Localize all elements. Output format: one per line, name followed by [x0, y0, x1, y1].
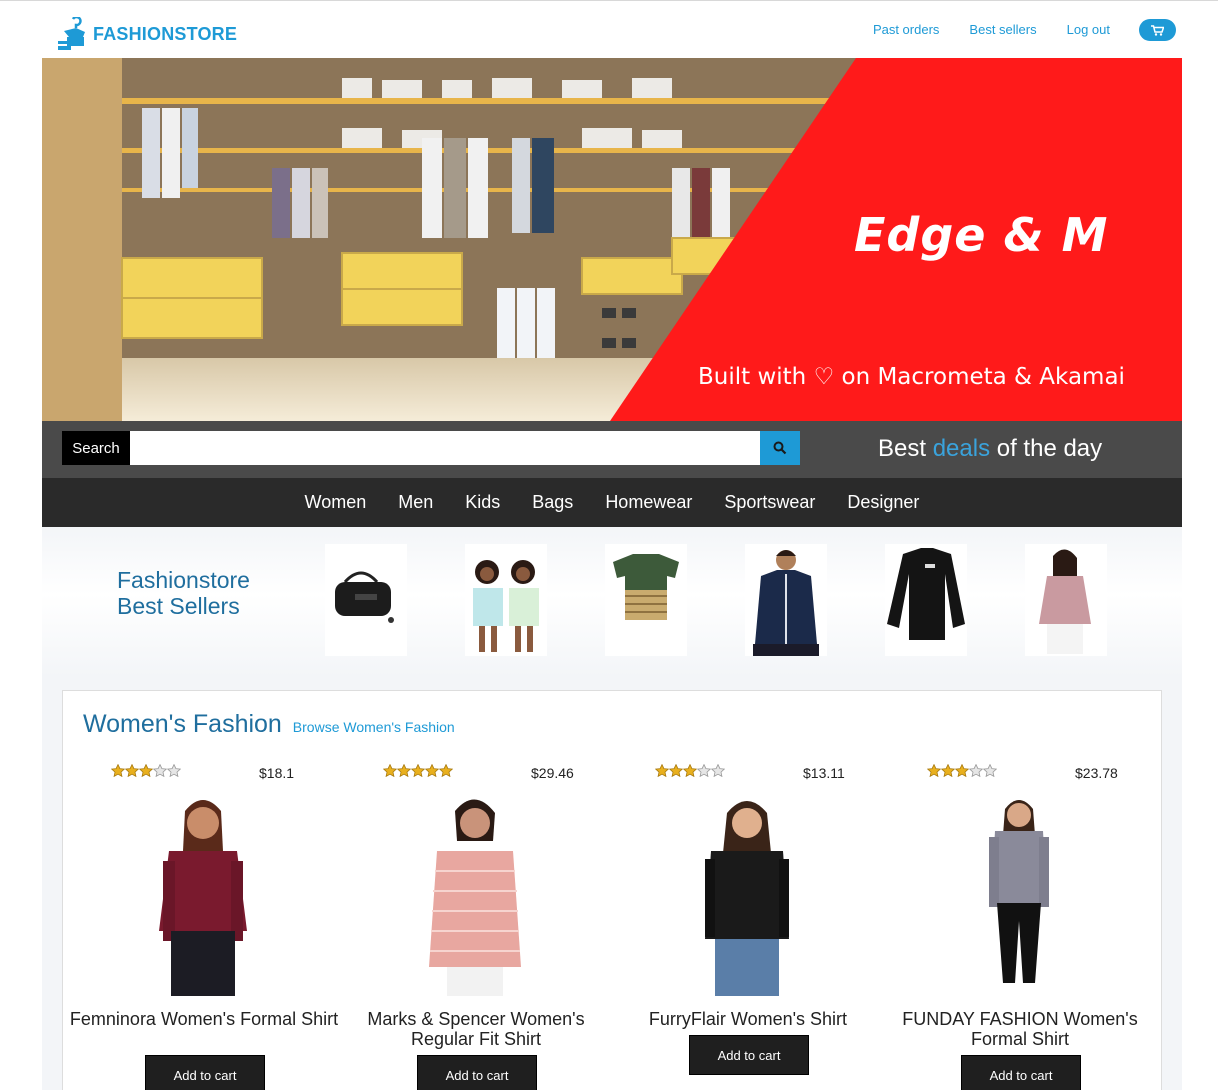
- duffel-bag-image: [325, 544, 407, 656]
- product-image[interactable]: [939, 791, 1099, 996]
- star-filled-icon: [655, 764, 669, 777]
- product-name: FurryFlair Women's Shirt: [648, 1009, 848, 1029]
- best-sellers-title: Fashionstore Best Sellers: [117, 567, 250, 619]
- star-filled-icon: [139, 764, 153, 777]
- star-filled-icon: [669, 764, 683, 777]
- rating-stars: [383, 764, 453, 777]
- star-empty-icon: [153, 764, 167, 777]
- past-orders-link[interactable]: Past orders: [873, 22, 939, 37]
- product-price: $18.1: [259, 765, 295, 781]
- category-nav: Women Men Kids Bags Homewear Sportswear …: [42, 478, 1182, 527]
- best-seller-pink-blouse[interactable]: [1025, 544, 1107, 656]
- star-empty-icon: [983, 764, 997, 777]
- add-to-cart-button[interactable]: Add to cart: [417, 1055, 537, 1090]
- star-filled-icon: [955, 764, 969, 777]
- product-name: Marks & Spencer Women's Regular Fit Shir…: [367, 1009, 585, 1049]
- star-filled-icon: [941, 764, 955, 777]
- product-name: Femninora Women's Formal Shirt: [69, 1009, 339, 1029]
- category-sportswear[interactable]: Sportswear: [724, 492, 815, 513]
- womens-fashion-panel: Women's Fashion Browse Women's Fashion $…: [62, 690, 1162, 1090]
- star-filled-icon: [425, 764, 439, 777]
- deals-highlight: deals: [932, 435, 991, 462]
- product-price: $29.46: [531, 765, 574, 781]
- category-homewear[interactable]: Homewear: [605, 492, 692, 513]
- deals-banner-text: Best deals of the day: [878, 435, 1102, 463]
- star-filled-icon: [111, 764, 125, 777]
- best-seller-girls-tshirts[interactable]: [465, 544, 547, 656]
- star-filled-icon: [927, 764, 941, 777]
- header-links: Past orders Best sellers Log out: [873, 22, 1110, 37]
- best-sellers-link[interactable]: Best sellers: [969, 22, 1036, 37]
- hero-tagline: Built with ♡ on Macrometa & Akamai: [698, 364, 1125, 390]
- star-empty-icon: [969, 764, 983, 777]
- best-sellers-strip: Fashionstore Best Sellers: [42, 527, 1182, 677]
- star-filled-icon: [411, 764, 425, 777]
- product-image[interactable]: [395, 791, 555, 996]
- category-designer[interactable]: Designer: [847, 492, 919, 513]
- browse-womens-fashion-link[interactable]: Browse Women's Fashion: [293, 719, 455, 735]
- category-women[interactable]: Women: [305, 492, 367, 513]
- star-filled-icon: [439, 764, 453, 777]
- category-bags[interactable]: Bags: [532, 492, 573, 513]
- search-bar: Search Best deals of the day: [42, 421, 1182, 478]
- section-title: Women's Fashion Browse Women's Fashion: [83, 710, 455, 739]
- log-out-link[interactable]: Log out: [1067, 22, 1110, 37]
- best-sellers-title-line1: Fashionstore: [117, 567, 250, 593]
- star-filled-icon: [683, 764, 697, 777]
- rating-stars: [111, 764, 181, 777]
- striped-tshirt-image: [605, 544, 687, 656]
- cart-button[interactable]: [1139, 19, 1176, 41]
- deals-prefix: Best: [878, 435, 933, 462]
- star-empty-icon: [697, 764, 711, 777]
- product-price: $23.78: [1075, 765, 1118, 781]
- star-empty-icon: [167, 764, 181, 777]
- product-image[interactable]: [123, 791, 283, 996]
- product-name: FUNDAY FASHION Women's Formal Shirt: [902, 1009, 1138, 1049]
- hanger-shirts-icon: [58, 17, 85, 50]
- product-price: $13.11: [803, 765, 845, 781]
- top-navbar: FASHIONSTORE Past orders Best sellers Lo…: [0, 1, 1218, 57]
- hero-banner[interactable]: Edge & M Built with ♡ on Macrometa & Aka…: [42, 58, 1182, 421]
- star-filled-icon: [383, 764, 397, 777]
- navy-jacket-image: [745, 544, 827, 656]
- cart-icon: [1151, 24, 1164, 36]
- search-button[interactable]: [760, 431, 800, 465]
- section-title-text: Women's Fashion: [83, 710, 282, 738]
- black-compression-top-image: [885, 544, 967, 656]
- brand-name: FASHIONSTORE: [93, 23, 238, 44]
- product-card: $13.11 FurryFlair Women's Shirt Add to c…: [607, 761, 879, 1090]
- add-to-cart-button[interactable]: Add to cart: [689, 1035, 809, 1075]
- best-seller-black-compression-top[interactable]: [885, 544, 967, 656]
- product-card: $29.46 Marks & Spencer Women's Regular F…: [335, 761, 607, 1090]
- add-to-cart-button[interactable]: Add to cart: [145, 1055, 265, 1090]
- girls-tshirts-image: [465, 544, 547, 656]
- product-card: $18.1 Femninora Women's Formal Shirt Add…: [63, 761, 338, 1090]
- category-kids[interactable]: Kids: [465, 492, 500, 513]
- rating-stars: [927, 764, 997, 777]
- search-input[interactable]: [130, 431, 760, 465]
- search-label: Search: [62, 431, 130, 465]
- add-to-cart-button[interactable]: Add to cart: [961, 1055, 1081, 1090]
- deals-suffix: of the day: [990, 435, 1103, 462]
- rating-stars: [655, 764, 725, 777]
- search-icon: [773, 441, 787, 455]
- product-image[interactable]: [667, 791, 827, 996]
- star-filled-icon: [125, 764, 139, 777]
- star-empty-icon: [711, 764, 725, 777]
- brand-logo[interactable]: FASHIONSTORE: [57, 17, 237, 51]
- hero-brand-title: Edge & M: [854, 208, 1109, 262]
- category-men[interactable]: Men: [398, 492, 433, 513]
- pink-blouse-image: [1025, 544, 1107, 656]
- star-filled-icon: [397, 764, 411, 777]
- best-seller-duffel-bag[interactable]: [325, 544, 407, 656]
- best-sellers-title-line2: Best Sellers: [117, 593, 240, 619]
- best-seller-navy-jacket[interactable]: [745, 544, 827, 656]
- best-seller-striped-tshirt[interactable]: [605, 544, 687, 656]
- product-card: $23.78 FUNDAY FASHION Women's Formal Shi…: [879, 761, 1151, 1090]
